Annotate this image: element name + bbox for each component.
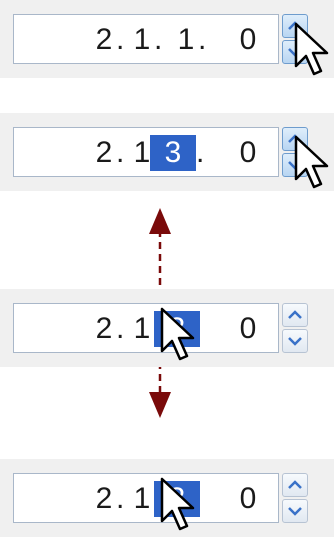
mouse-pointer-icon xyxy=(160,307,195,361)
dot-separator: . xyxy=(154,23,163,56)
spin-buttons[interactable] xyxy=(282,303,308,353)
spin-buttons[interactable] xyxy=(282,473,308,523)
chevron-down-icon xyxy=(288,337,302,346)
dot-separator: . xyxy=(116,136,125,169)
ip-address-input[interactable]: 2 . 1 3 0 xyxy=(13,473,279,523)
octet-4[interactable]: 0 xyxy=(236,481,260,517)
dot-separator: . xyxy=(196,136,205,169)
dot-separator: . xyxy=(116,23,125,56)
octet-1[interactable]: 2 xyxy=(92,135,116,171)
mouse-pointer-icon xyxy=(294,135,329,189)
spin-down-button[interactable] xyxy=(282,499,308,523)
dot-separator: . xyxy=(198,23,207,56)
octet-2[interactable]: 1 xyxy=(130,311,154,347)
octet-4[interactable]: 0 xyxy=(236,311,260,347)
chevron-up-icon xyxy=(288,310,302,319)
octet-3-selected[interactable]: 3 xyxy=(150,135,196,171)
octet-1[interactable]: 2 xyxy=(92,22,116,58)
octet-4[interactable]: 0 xyxy=(236,22,260,58)
mouse-pointer-icon xyxy=(294,22,329,76)
ip-field-panel-4: 2 . 1 3 0 xyxy=(0,459,334,537)
octet-1[interactable]: 2 xyxy=(92,311,116,347)
chevron-down-icon xyxy=(288,507,302,516)
octet-2[interactable]: 1 xyxy=(130,481,154,517)
spin-down-button[interactable] xyxy=(282,329,308,353)
chevron-up-icon xyxy=(288,480,302,489)
ip-field-panel-1: 2 . 1 . 1 . 0 xyxy=(0,0,334,78)
octet-1[interactable]: 2 xyxy=(92,481,116,517)
dot-separator: . xyxy=(116,482,125,515)
octet-2[interactable]: 1 xyxy=(130,22,154,58)
ip-address-input[interactable]: 2 . 1 . 3 . 0 xyxy=(13,127,279,177)
ip-field-panel-2: 2 . 1 . 3 . 0 xyxy=(0,113,334,191)
dot-separator: . xyxy=(116,312,125,345)
octet-4[interactable]: 0 xyxy=(236,135,260,171)
spin-up-button[interactable] xyxy=(282,303,308,327)
ip-field-panel-3: 2 . 1 3 0 xyxy=(0,289,334,367)
octet-3[interactable]: 1 xyxy=(174,22,198,58)
mouse-pointer-icon xyxy=(160,477,195,531)
ip-address-input[interactable]: 2 . 1 3 0 xyxy=(13,303,279,353)
spin-up-button[interactable] xyxy=(282,473,308,497)
ip-address-input[interactable]: 2 . 1 . 1 . 0 xyxy=(13,14,279,64)
